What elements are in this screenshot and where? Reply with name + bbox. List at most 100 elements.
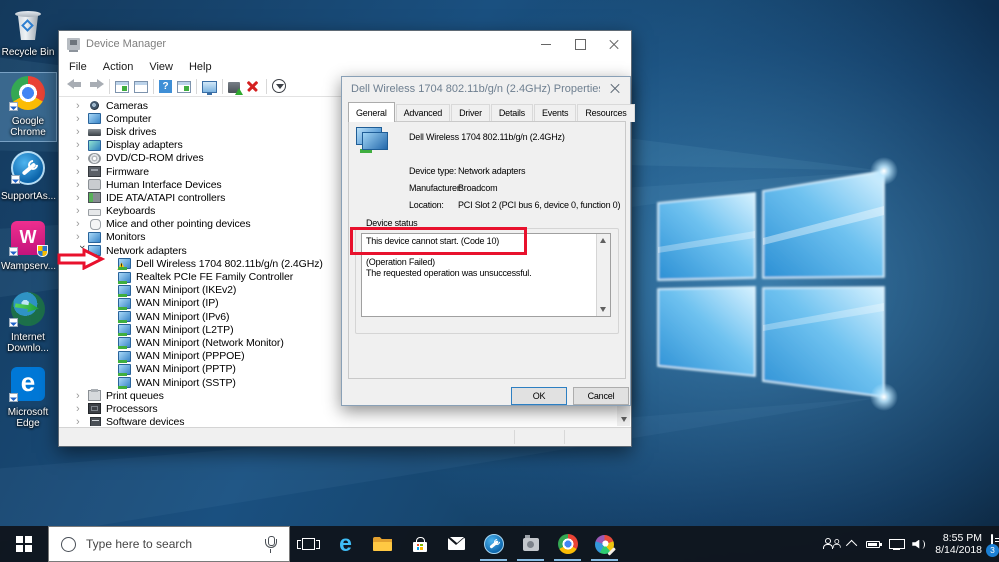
tab-resources[interactable]: Resources [577, 104, 635, 122]
menu-action[interactable]: Action [95, 59, 142, 75]
desktop-icon-internet-download-manager[interactable]: Internet Downlo... [0, 289, 56, 357]
netadapter-icon [118, 324, 131, 337]
adapter-green-bar [360, 149, 372, 153]
store-logo-grid [416, 543, 423, 550]
expand-chevron-icon[interactable]: › [76, 166, 88, 177]
netadapter-icon [118, 311, 131, 324]
wampserver-icon [9, 221, 48, 257]
expand-chevron-icon[interactable]: › [76, 219, 88, 230]
desktop-icon-wampserver[interactable]: Wampserv... [0, 218, 56, 275]
expand-chevron-icon[interactable]: › [76, 179, 88, 190]
scan-changes-icon[interactable] [272, 79, 286, 93]
toolbar-separator [266, 78, 267, 94]
tab-details[interactable]: Details [490, 104, 533, 122]
task-view-button[interactable] [290, 526, 327, 562]
console-tree-icon[interactable] [115, 80, 129, 93]
tree-item-label: IDE ATA/ATAPI controllers [106, 191, 226, 204]
desktop-icon-recycle-bin[interactable]: Recycle Bin [0, 6, 56, 61]
taskbar-device-manager[interactable] [512, 526, 549, 562]
expand-chevron-icon[interactable]: › [76, 100, 88, 111]
help-icon[interactable] [159, 79, 172, 93]
expand-chevron-icon[interactable]: › [76, 403, 88, 414]
taskbar-supportassist[interactable] [475, 526, 512, 562]
scroll-down-icon[interactable] [617, 413, 630, 426]
ok-button[interactable]: OK [511, 387, 567, 405]
desktop-icon-microsoft-edge[interactable]: Microsoft Edge [0, 364, 56, 432]
dialog-titlebar[interactable]: Dell Wireless 1704 802.11b/g/n (2.4GHz) … [342, 77, 630, 100]
taskbar-file-explorer[interactable] [364, 526, 401, 562]
netadapter-icon [118, 284, 131, 297]
minimize-button[interactable] [529, 31, 563, 57]
expand-chevron-icon[interactable]: › [76, 417, 88, 426]
people-icon[interactable] [823, 538, 842, 550]
device-manager-menubar: File Action View Help [59, 57, 631, 76]
search-box[interactable]: Type here to search [48, 526, 290, 562]
expand-chevron-icon[interactable]: › [76, 113, 88, 124]
action-center-button[interactable]: 3 [986, 534, 999, 557]
nav-back-icon[interactable] [67, 79, 83, 93]
shortcut-arrow-icon [9, 247, 18, 256]
tab-driver[interactable]: Driver [451, 104, 490, 122]
recycle-emblem-icon [21, 19, 34, 32]
taskbar-store[interactable] [401, 526, 438, 562]
cancel-button[interactable]: Cancel [573, 387, 629, 405]
expand-chevron-icon[interactable]: › [76, 206, 88, 217]
show-hidden-icons-chevron[interactable] [846, 539, 858, 552]
tab-advanced[interactable]: Advanced [395, 104, 451, 122]
taskbar-clock[interactable]: 8:55 PM 8/14/2018 [935, 532, 982, 556]
toolbar-separator [222, 78, 223, 94]
taskbar-paint[interactable] [586, 526, 623, 562]
battery-icon[interactable] [866, 540, 883, 548]
printer-icon [88, 389, 101, 402]
device-manager-titlebar[interactable]: Device Manager [59, 31, 631, 57]
desktop-icon-google-chrome[interactable]: Google Chrome [0, 72, 57, 142]
scroll-down-icon[interactable] [597, 303, 610, 316]
paint-icon [595, 534, 614, 554]
expand-chevron-icon[interactable]: › [76, 140, 88, 151]
desktop-icon-supportassist[interactable]: SupportAs... [0, 148, 56, 205]
taskbar-mail[interactable] [438, 526, 475, 562]
field-manufacturer: Manufacturer:Broadcom [409, 183, 498, 193]
expand-chevron-icon[interactable]: › [76, 232, 88, 243]
field-location: Location: PCI Slot 2 (PCI bus 6, device 0… [409, 200, 620, 210]
menu-help[interactable]: Help [181, 59, 220, 75]
scroll-up-icon[interactable] [597, 234, 610, 247]
red-arrow-annotation [57, 248, 105, 270]
expand-chevron-icon[interactable]: › [76, 153, 88, 164]
monitor-icon [88, 231, 101, 243]
disk-icon [88, 129, 101, 137]
menu-file[interactable]: File [61, 59, 95, 75]
network-icon[interactable] [889, 538, 906, 550]
dialog-close-button[interactable] [600, 77, 630, 100]
expand-chevron-icon[interactable]: › [76, 390, 88, 401]
tab-general[interactable]: General [348, 102, 395, 122]
shortcut-arrow-icon [9, 393, 18, 402]
mouse-icon [90, 218, 101, 230]
microphone-icon[interactable] [263, 536, 277, 553]
field-value: Broadcom [458, 183, 498, 193]
maximize-button[interactable] [563, 31, 597, 57]
tree-item-label: WAN Miniport (Network Monitor) [136, 336, 284, 349]
expand-chevron-icon[interactable]: › [76, 126, 88, 137]
tree-item-software-devices[interactable]: › Software devices [60, 416, 618, 426]
volume-icon[interactable] [912, 539, 926, 550]
close-button[interactable] [597, 31, 631, 57]
tree-item-label: Realtek PCIe FE Family Controller [136, 271, 294, 284]
nav-forward-icon[interactable] [88, 79, 104, 93]
remote-monitor-icon[interactable] [202, 80, 217, 95]
tab-events[interactable]: Events [534, 104, 577, 122]
taskbar-chrome[interactable] [549, 526, 586, 562]
status-scrollbar[interactable] [596, 234, 610, 316]
desktop-icon-label: Internet Downlo... [7, 332, 49, 354]
update-driver-icon[interactable] [228, 81, 243, 95]
menu-view[interactable]: View [141, 59, 181, 75]
tree-item-label: WAN Miniport (IP) [136, 297, 219, 310]
start-button[interactable] [0, 526, 48, 562]
show-window-icon[interactable] [177, 80, 191, 93]
taskbar-edge[interactable] [327, 526, 364, 562]
uninstall-icon[interactable] [245, 79, 261, 93]
statusbar-divider [514, 430, 515, 444]
expand-chevron-icon[interactable]: › [76, 192, 88, 203]
properties-window-icon[interactable] [134, 80, 148, 93]
clock-date: 8/14/2018 [935, 544, 982, 556]
